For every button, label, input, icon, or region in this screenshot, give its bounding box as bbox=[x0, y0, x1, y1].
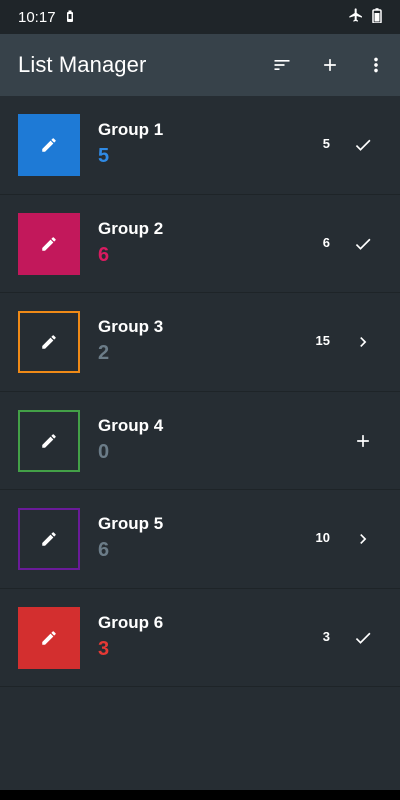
item-count-badge: 3 bbox=[322, 628, 330, 644]
check-icon bbox=[355, 632, 371, 644]
edit-group-button[interactable] bbox=[18, 212, 80, 275]
pencil-icon bbox=[42, 236, 56, 251]
group-name: Group 2 bbox=[98, 218, 164, 238]
app-bar: List Manager bbox=[0, 34, 400, 96]
clock: 10:17 bbox=[18, 8, 56, 26]
airplane-icon bbox=[348, 7, 364, 27]
chevron-right-icon bbox=[360, 337, 367, 347]
group-row[interactable]: Group 1 5 5 bbox=[0, 96, 400, 195]
group-list: Group 1 5 5 Group 2 6 6 Group 3 2 15 Gro… bbox=[0, 96, 400, 687]
open-group-button[interactable] bbox=[344, 520, 382, 558]
add-icon bbox=[357, 434, 369, 447]
check-icon bbox=[355, 139, 371, 151]
battery-saver-icon bbox=[66, 9, 74, 26]
group-count: 0 bbox=[98, 440, 110, 463]
group-row[interactable]: Group 5 6 10 bbox=[0, 490, 400, 589]
edit-group-button[interactable] bbox=[18, 508, 80, 570]
sort-icon bbox=[274, 60, 290, 70]
group-row[interactable]: Group 3 2 15 bbox=[0, 293, 400, 392]
group-count: 6 bbox=[98, 539, 110, 561]
more-options-button[interactable] bbox=[354, 41, 398, 89]
group-name: Group 5 bbox=[98, 514, 164, 533]
group-name: Group 4 bbox=[98, 415, 164, 435]
group-count: 2 bbox=[98, 342, 110, 364]
add-group-button[interactable] bbox=[306, 41, 354, 89]
edit-group-button[interactable] bbox=[18, 606, 80, 669]
pencil-icon bbox=[42, 532, 56, 546]
app-title: List Manager bbox=[18, 52, 147, 77]
check-icon bbox=[355, 238, 371, 250]
group-count: 3 bbox=[98, 637, 110, 660]
group-name: Group 1 bbox=[98, 120, 164, 139]
group-row[interactable]: Group 6 3 3 bbox=[0, 589, 400, 687]
battery-icon bbox=[372, 7, 382, 27]
group-count: 6 bbox=[98, 243, 110, 266]
group-name: Group 3 bbox=[98, 317, 164, 336]
item-count-badge: 5 bbox=[322, 136, 330, 151]
item-count-badge: 10 bbox=[315, 530, 330, 545]
pencil-icon bbox=[42, 433, 56, 448]
add-icon bbox=[324, 59, 336, 71]
more-vert-icon bbox=[374, 57, 378, 73]
complete-button[interactable] bbox=[344, 126, 382, 164]
edit-group-button[interactable] bbox=[18, 409, 80, 472]
status-bar: 10:17 bbox=[0, 0, 400, 34]
complete-button[interactable] bbox=[344, 619, 382, 657]
pencil-icon bbox=[42, 630, 56, 645]
open-group-button[interactable] bbox=[344, 323, 382, 361]
edit-group-button[interactable] bbox=[18, 114, 80, 176]
pencil-icon bbox=[42, 335, 56, 349]
item-count-badge: 6 bbox=[322, 234, 330, 250]
pencil-icon bbox=[42, 138, 56, 152]
group-row[interactable]: Group 2 6 6 bbox=[0, 195, 400, 293]
group-count: 5 bbox=[98, 145, 110, 167]
group-row[interactable]: Group 4 0 bbox=[0, 392, 400, 490]
sort-button[interactable] bbox=[258, 41, 306, 89]
chevron-right-icon bbox=[360, 534, 367, 544]
system-nav-bar bbox=[0, 790, 400, 800]
group-name: Group 6 bbox=[98, 612, 164, 632]
item-count-badge: 15 bbox=[315, 333, 330, 348]
edit-group-button[interactable] bbox=[18, 311, 80, 373]
complete-button[interactable] bbox=[344, 225, 382, 263]
add-item-button[interactable] bbox=[344, 422, 382, 460]
